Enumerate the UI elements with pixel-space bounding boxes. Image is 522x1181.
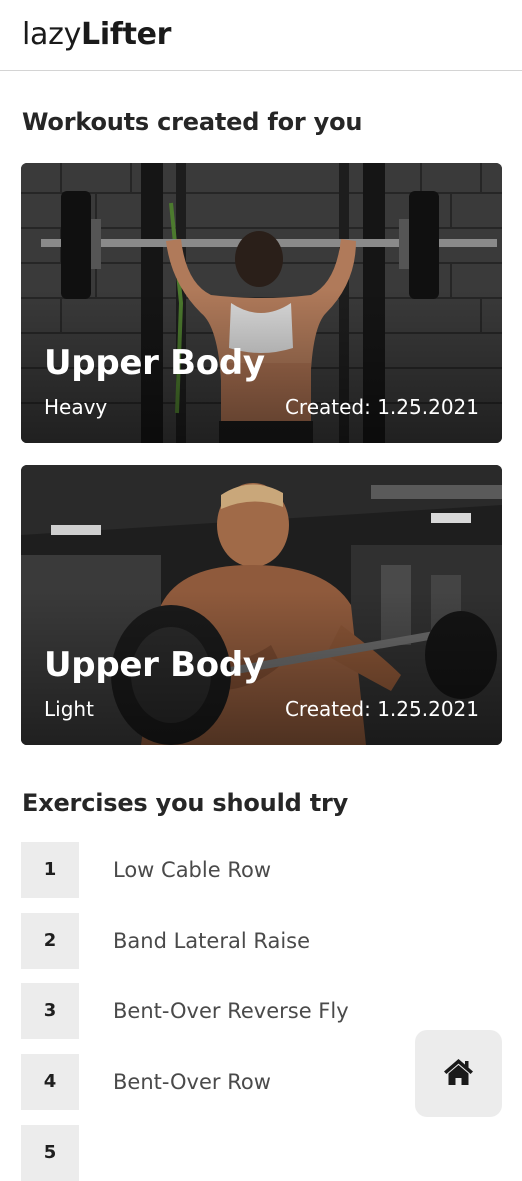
workouts-section-title: Workouts created for you — [22, 108, 363, 136]
exercise-list-item[interactable]: 2 Band Lateral Raise — [21, 913, 421, 969]
workout-intensity: Heavy — [44, 395, 108, 419]
workout-intensity: Light — [44, 697, 94, 721]
exercise-name: Bent-Over Reverse Fly — [113, 999, 349, 1023]
exercise-list-item[interactable]: 3 Bent-Over Reverse Fly — [21, 983, 421, 1039]
exercise-name: Low Cable Row — [113, 858, 271, 882]
exercise-number: 5 — [21, 1125, 79, 1181]
app-header: lazyLifter — [0, 0, 522, 71]
exercise-number: 2 — [21, 913, 79, 969]
home-button[interactable] — [415, 1030, 502, 1117]
exercise-list-item[interactable]: 1 Low Cable Row — [21, 842, 421, 898]
exercise-list-item[interactable]: 5 — [21, 1125, 421, 1181]
workout-card[interactable]: Upper Body Heavy Created: 1.25.2021 — [21, 163, 502, 443]
logo-text-bold: Lifter — [81, 17, 172, 52]
exercise-name: Bent-Over Row — [113, 1070, 271, 1094]
logo-text-light: lazy — [22, 17, 82, 52]
exercises-section-title: Exercises you should try — [22, 789, 349, 817]
exercise-number: 1 — [21, 842, 79, 898]
exercise-number: 4 — [21, 1054, 79, 1110]
app-logo[interactable]: lazyLifter — [22, 15, 171, 55]
workout-title: Upper Body — [44, 645, 265, 685]
home-icon — [444, 1059, 473, 1085]
exercise-number: 3 — [21, 983, 79, 1039]
workout-card[interactable]: Upper Body Light Created: 1.25.2021 — [21, 465, 502, 745]
workout-title: Upper Body — [44, 343, 265, 383]
workout-created-date: Created: 1.25.2021 — [284, 395, 479, 419]
exercise-name: Band Lateral Raise — [113, 929, 311, 953]
exercise-list-item[interactable]: 4 Bent-Over Row — [21, 1054, 421, 1110]
workout-created-date: Created: 1.25.2021 — [284, 697, 479, 721]
